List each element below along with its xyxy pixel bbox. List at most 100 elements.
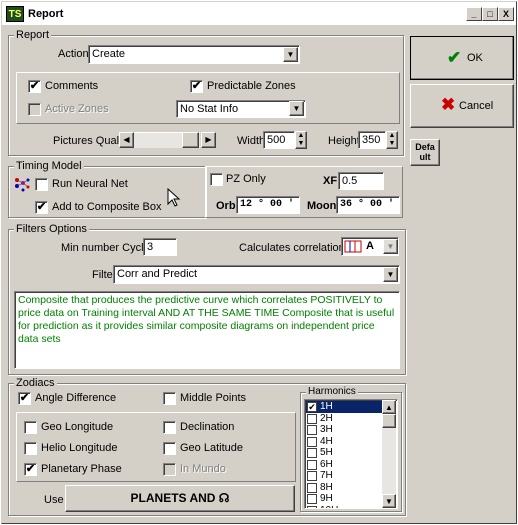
action-select[interactable]: Create (88, 45, 300, 64)
spin-down-icon: ▼ (388, 140, 396, 147)
predictable-zones-checkbox[interactable]: ✔ (190, 80, 203, 93)
harmonic-checkbox[interactable] (307, 459, 317, 470)
height-label: Height (328, 135, 360, 147)
harmonic-item[interactable]: 3H (306, 424, 382, 436)
harmonic-item[interactable]: ✔ 1H (306, 401, 382, 413)
geo-latitude-checkbox[interactable] (163, 442, 176, 455)
harmonic-label: 3H (320, 424, 333, 435)
default-label-line2: ult (419, 152, 431, 162)
title-bar[interactable]: TS Report _ □ X (2, 2, 516, 26)
harmonic-checkbox[interactable] (307, 471, 317, 481)
harmonic-label: 4H (320, 435, 333, 447)
geo-latitude-label: Geo Latitude (180, 442, 243, 454)
active-zones-checkbox[interactable] (28, 103, 41, 116)
quality-scroll-thumb[interactable] (182, 132, 199, 148)
in-mundo-label: In Mundo (180, 463, 226, 475)
harmonic-item[interactable]: 10H (306, 505, 382, 509)
geo-longitude-checkbox[interactable] (24, 421, 37, 434)
harmonic-item[interactable]: 7H (306, 470, 382, 482)
close-button[interactable]: X (498, 7, 514, 21)
comments-checkbox[interactable]: ✔ (28, 80, 41, 93)
stat-info-dropdown-button[interactable]: ▼ (289, 101, 304, 116)
xf-input[interactable]: 0.5 (338, 172, 384, 190)
planetary-phase-checkbox[interactable]: ✔ (24, 463, 37, 476)
scroll-down-button[interactable]: ▼ (382, 494, 396, 508)
harmonic-item[interactable]: 6H (306, 459, 382, 471)
filter-dropdown-button[interactable]: ▼ (383, 267, 398, 282)
helio-longitude-checkbox[interactable] (24, 442, 37, 455)
orb-label: Orb (216, 200, 236, 212)
chart-type-icon (344, 240, 362, 253)
harmonic-item[interactable]: 8H (306, 482, 382, 494)
harmonic-item[interactable]: 5H (306, 447, 382, 459)
default-button[interactable]: Defa ult (410, 139, 440, 166)
add-composite-checkbox[interactable]: ✔ (35, 201, 48, 214)
stat-info-select[interactable]: No Stat Info (176, 100, 306, 118)
report-group-label: Report (14, 29, 52, 41)
correlation-dropdown-button[interactable]: ▼ (383, 239, 398, 254)
minimize-button[interactable]: _ (466, 7, 482, 21)
min-cycles-input[interactable]: 3 (143, 238, 177, 256)
in-mundo-checkbox[interactable] (163, 463, 176, 476)
middle-points-label: Middle Points (180, 392, 247, 404)
quality-left-button[interactable]: ◀ (119, 132, 134, 148)
run-neural-net-checkbox[interactable] (35, 178, 48, 191)
maximize-button[interactable]: □ (482, 7, 498, 21)
neural-net-icon (15, 178, 30, 192)
harmonic-checkbox[interactable] (307, 494, 317, 504)
middle-points-checkbox[interactable] (163, 392, 176, 405)
harmonic-item[interactable]: 4H (306, 436, 382, 448)
cancel-x-icon: ✖ (441, 95, 456, 114)
width-spinner[interactable]: ▲ ▼ (295, 131, 307, 149)
action-label: Action (58, 48, 89, 60)
harmonic-label: 10H (320, 505, 338, 509)
geo-longitude-label: Geo Longitude (41, 421, 114, 433)
timing-model-label: Timing Model (14, 160, 84, 172)
filter-select[interactable]: Corr and Predict (113, 265, 400, 284)
active-zones-label: Active Zones (45, 103, 109, 115)
angle-difference-checkbox[interactable]: ✔ (18, 392, 31, 405)
pz-only-checkbox[interactable] (210, 173, 223, 186)
add-composite-label: Add to Composite Box (52, 201, 162, 213)
harmonics-label: Harmonics (306, 386, 358, 397)
window-title: Report (28, 8, 64, 20)
arrow-up-icon: ▲ (385, 403, 393, 412)
harmonic-checkbox[interactable] (307, 448, 317, 458)
action-dropdown-button[interactable]: ▼ (283, 47, 298, 62)
harmonics-list[interactable]: ✔1H2H3H4H5H6H7H8H9H10H ▲ ▼ (304, 399, 398, 509)
harmonic-item[interactable]: 2H (306, 413, 382, 425)
harmonic-checkbox[interactable] (307, 482, 317, 493)
zodiacs-label: Zodiacs (14, 377, 57, 389)
scroll-up-button[interactable]: ▲ (382, 400, 396, 414)
moon-input[interactable]: 36 ° 00 ' 00' (336, 196, 400, 214)
height-spinner[interactable]: ▲ ▼ (386, 131, 398, 149)
harmonic-label: 6H (320, 458, 333, 470)
declination-checkbox[interactable] (163, 421, 176, 434)
orb-input[interactable]: 12 ° 00 ' 00' (236, 196, 300, 214)
cancel-button[interactable]: ✖ Cancel (410, 84, 514, 128)
quality-right-button[interactable]: ▶ (201, 132, 216, 148)
predictable-zones-label: Predictable Zones (207, 80, 296, 92)
harmonic-checkbox[interactable] (307, 425, 317, 435)
chevron-down-icon: ▼ (386, 242, 395, 251)
harmonic-checkbox[interactable] (307, 413, 317, 424)
arrow-down-icon: ▼ (385, 497, 393, 506)
ok-button[interactable]: ✔ OK (410, 36, 514, 80)
chevron-down-icon: ▼ (292, 104, 301, 113)
height-input[interactable]: 350 (358, 131, 386, 149)
declination-label: Declination (180, 421, 235, 433)
width-input[interactable]: 500 (263, 131, 295, 149)
harmonic-checkbox[interactable]: ✔ (307, 402, 317, 412)
harmonics-scroll-thumb[interactable] (382, 414, 396, 428)
correlation-value: A (366, 240, 374, 252)
planets-button[interactable]: PLANETS AND ☊ (65, 485, 295, 512)
harmonic-checkbox[interactable] (307, 436, 317, 447)
arrow-right-icon: ▶ (205, 135, 212, 144)
helio-longitude-label: Helio Longitude (41, 442, 118, 454)
comments-label: Comments (45, 80, 99, 92)
use-label: Use (44, 494, 64, 506)
chevron-down-icon: ▼ (386, 270, 395, 279)
harmonic-checkbox[interactable] (307, 505, 317, 508)
harmonic-item[interactable]: 9H (306, 493, 382, 505)
harmonic-label: 5H (320, 447, 333, 458)
